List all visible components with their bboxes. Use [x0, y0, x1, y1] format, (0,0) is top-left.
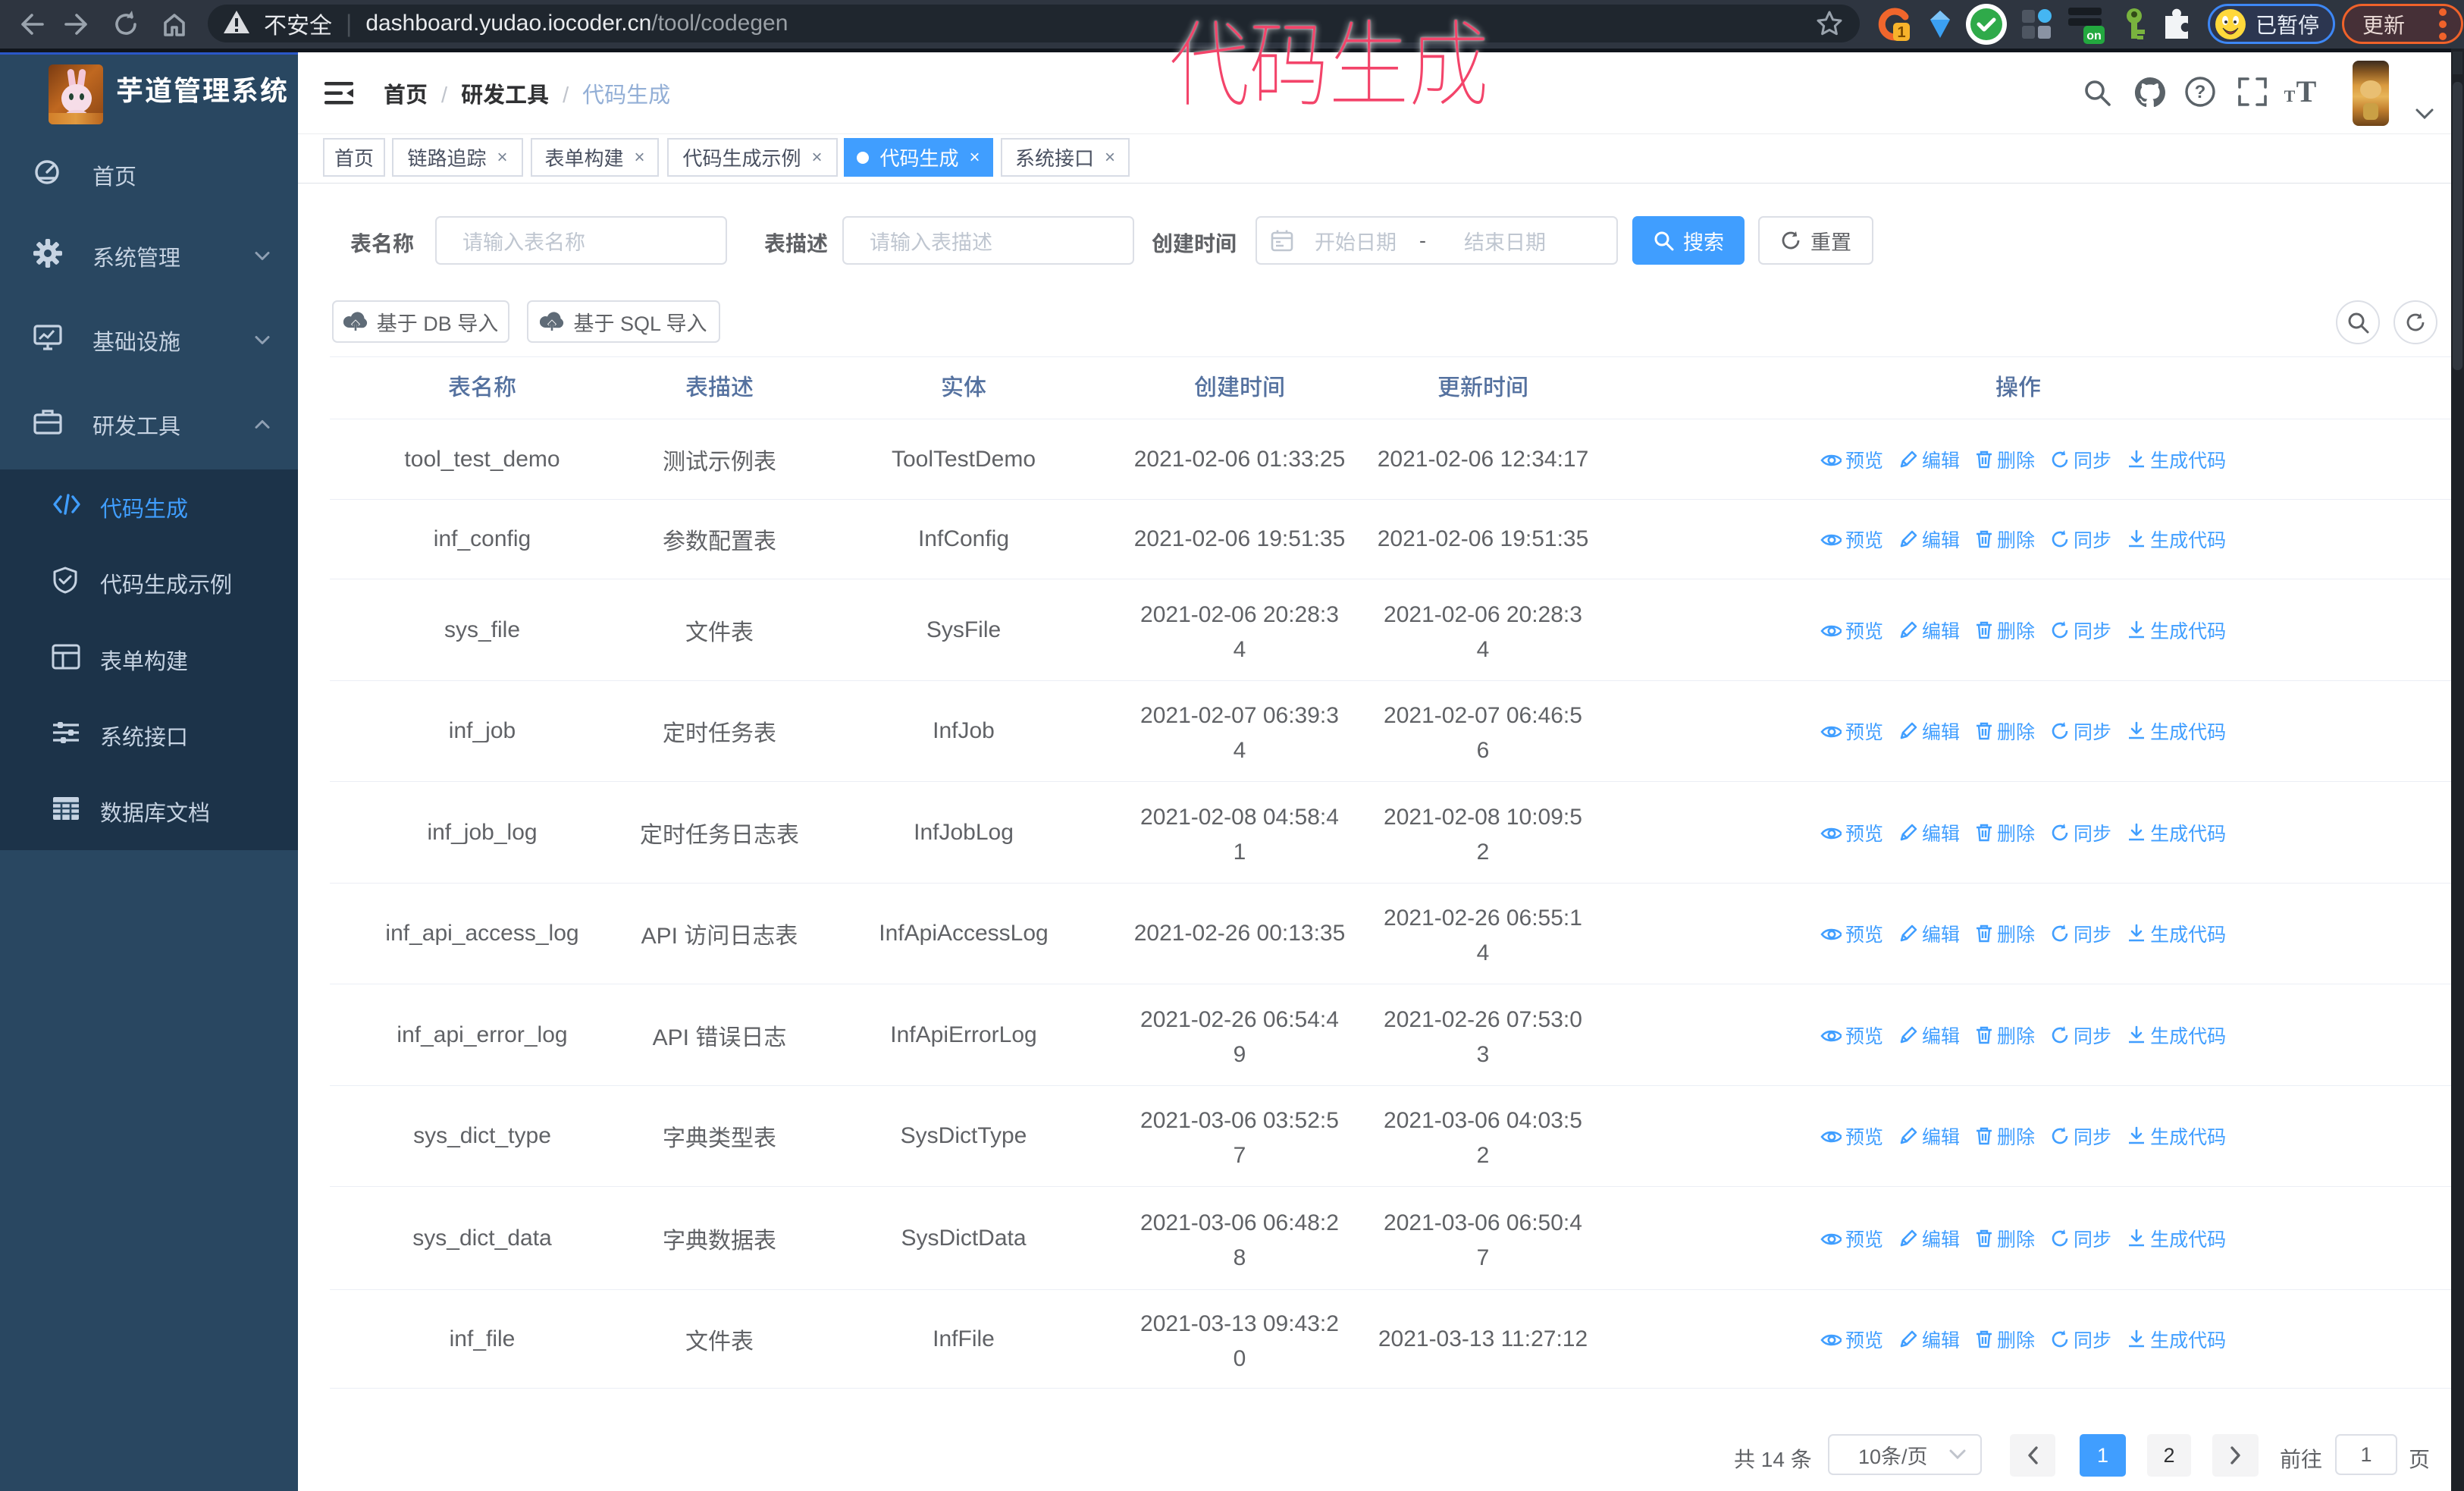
svg-text:1: 1: [1897, 24, 1905, 41]
svg-text:T: T: [2296, 76, 2317, 108]
svg-text:?: ?: [2195, 82, 2206, 102]
svg-text:on: on: [2086, 30, 2102, 42]
svg-text:T: T: [2284, 86, 2296, 105]
